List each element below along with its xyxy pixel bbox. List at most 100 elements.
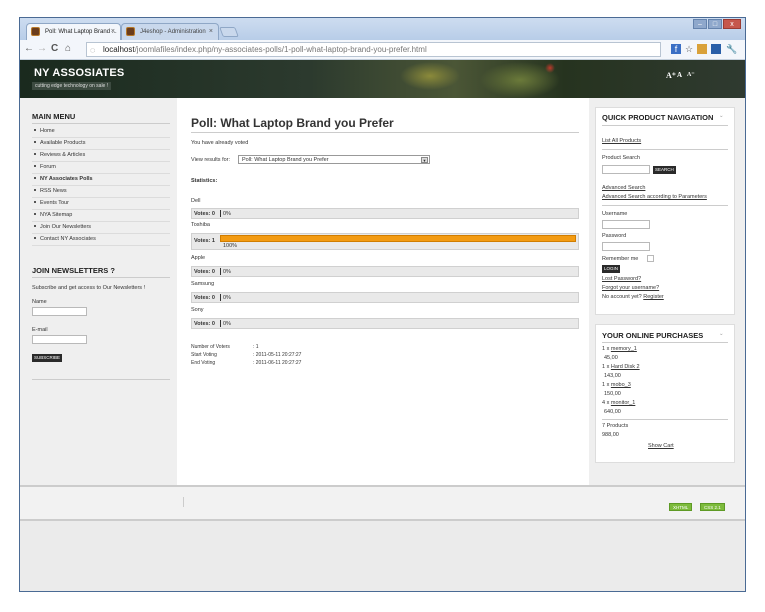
tab-poll[interactable]: Poll: What Laptop Brand ... × [26,23,121,40]
no-account-text: No account yet? Register [602,294,664,300]
page-bottom-area [20,521,745,591]
site-slogan: cutting edge technology on sale ! [32,82,112,90]
voted-message: You have already voted [191,140,249,146]
view-results-label: View results for: [191,157,231,163]
poll-select[interactable]: Poll: What Laptop Brand you Prefer ▼ [238,155,430,164]
page-content: NY ASSOSIATES cutting edge technology on… [20,60,745,591]
vote-percent: 100% [223,243,238,249]
password-input[interactable] [602,242,650,251]
start-voting-label: Start Voting [191,352,217,358]
xhtml-badge[interactable]: XHTML [669,503,693,511]
cart-item-link[interactable]: Hard Disk 2 [611,364,640,370]
cart-total: 988,00 [602,432,619,438]
main-column: Poll: What Laptop Brand you Prefer You h… [177,98,589,485]
search-button[interactable]: SEARCH [653,166,676,174]
back-arrow-icon[interactable]: ← [24,43,34,55]
voters-label: Number of Voters [191,344,230,350]
collapse-icon[interactable]: ⌄ [719,113,724,119]
divider [32,123,170,124]
cart-item-link[interactable]: memory_1 [611,346,637,352]
collapse-icon[interactable]: ⌄ [719,331,724,337]
username-input[interactable] [602,220,650,229]
new-tab-button[interactable] [219,27,239,37]
option-name-apple: Apple [191,255,206,261]
extension-icon[interactable] [697,44,707,54]
newsletter-email-input[interactable] [32,335,87,344]
menu-item-reviews[interactable]: Reviews & Articles [32,150,170,162]
divider [602,149,728,150]
cart-item: 4 x monitor_1 [602,400,635,406]
tab-label: J4eshop - Administration [140,29,206,35]
menu-item-label: NY Associates Polls [40,176,93,182]
forward-arrow-icon[interactable]: → [37,43,47,55]
vote-percent: 0% [223,211,231,217]
username-label: Username [602,211,628,217]
name-label: Name [32,299,47,305]
font-increase-button[interactable]: A⁺ [666,71,676,80]
lost-password-link[interactable]: Lost Password? [602,276,641,282]
extension-icon[interactable] [711,44,721,54]
votes-count: Votes: 0 [194,295,215,301]
font-reset-button[interactable]: A [677,71,682,79]
purchases-title: YOUR ONLINE PURCHASES [602,331,704,340]
divider [191,132,579,133]
newsletter-name-input[interactable] [32,307,87,316]
close-tab-icon[interactable]: × [111,24,115,40]
page-icon: ◌ [90,45,96,55]
menu-item-home[interactable]: Home [32,126,170,138]
cart-item-price: 143,00 [604,373,621,379]
menu-item-events[interactable]: Events Tour [32,198,170,210]
menu-item-contact[interactable]: Contact NY Associates [32,234,170,246]
cart-item-link[interactable]: monitor_1 [611,400,635,406]
tab-admin[interactable]: J4eshop - Administration × [121,23,219,40]
bookmark-star-icon[interactable]: ☆ [684,44,694,54]
subscribe-button[interactable]: SUBSCRIBE [32,354,63,362]
bar-marker [220,268,221,275]
option-name-sony: Sony [191,307,204,313]
address-bar[interactable]: ◌ localhost/joomlafiles/index.php/ny-ass… [86,42,661,57]
option-name-samsung: Samsung [191,281,215,287]
login-button[interactable]: LOGIN [602,265,621,273]
register-link[interactable]: Register [643,294,663,300]
menu-item-forum[interactable]: Forum [32,162,170,174]
extension-icon[interactable]: f [671,44,681,54]
list-all-products-link[interactable]: List All Products [602,138,641,144]
vote-bar-toshiba: Votes: 1 100% [191,233,579,250]
menu-item-rss[interactable]: RSS News [32,186,170,198]
wrench-icon[interactable]: 🔧 [726,44,737,54]
advanced-search-params-link[interactable]: Advanced Search according to Parameters [602,194,707,200]
advanced-search-link[interactable]: Advanced Search [602,185,645,191]
close-window-button[interactable]: x [723,19,741,29]
minimize-button[interactable]: – [693,19,707,29]
menu-item-newsletters[interactable]: Join Our Newsletters [32,222,170,234]
menu-item-products[interactable]: Available Products [32,138,170,150]
cart-item-qty: 1 x [602,364,610,370]
url-host: localhost [103,45,135,54]
votes-count: Votes: 1 [194,238,215,244]
css-badge[interactable]: CSS 2.1 [700,503,725,511]
show-cart-link[interactable]: Show Cart [648,443,674,449]
site-header: NY ASSOSIATES cutting edge technology on… [20,60,745,98]
quick-nav-title: QUICK PRODUCT NAVIGATION [602,113,714,122]
reload-icon[interactable]: C [51,43,58,55]
end-voting-label: End Voting [191,360,216,366]
url-path: /joomlafiles/index.php/ny-associates-pol… [134,45,427,54]
product-search-input[interactable] [602,165,650,174]
option-name-toshiba: Toshiba [191,222,210,228]
font-decrease-button[interactable]: A⁻ [687,71,695,78]
vote-bar-fill [220,235,576,242]
cart-item-link[interactable]: mobo_3 [611,382,631,388]
menu-item-sitemap[interactable]: NYA Sitemap [32,210,170,222]
bar-marker [220,210,221,217]
close-tab-icon[interactable]: × [209,24,213,40]
vote-bar-apple: Votes: 0 0% [191,266,579,277]
option-name-dell: Dell [191,198,201,204]
home-icon[interactable]: ⌂ [65,43,71,55]
end-voting-value: : 2011-06-11 20:27:27 [253,360,302,366]
product-search-label: Product Search [602,155,640,161]
joomla-favicon-icon [126,27,135,36]
remember-me-checkbox[interactable] [647,255,654,262]
forgot-username-link[interactable]: Forgot your username? [602,285,659,291]
menu-item-polls[interactable]: NY Associates Polls [32,174,170,186]
maximize-button[interactable]: □ [708,19,722,29]
